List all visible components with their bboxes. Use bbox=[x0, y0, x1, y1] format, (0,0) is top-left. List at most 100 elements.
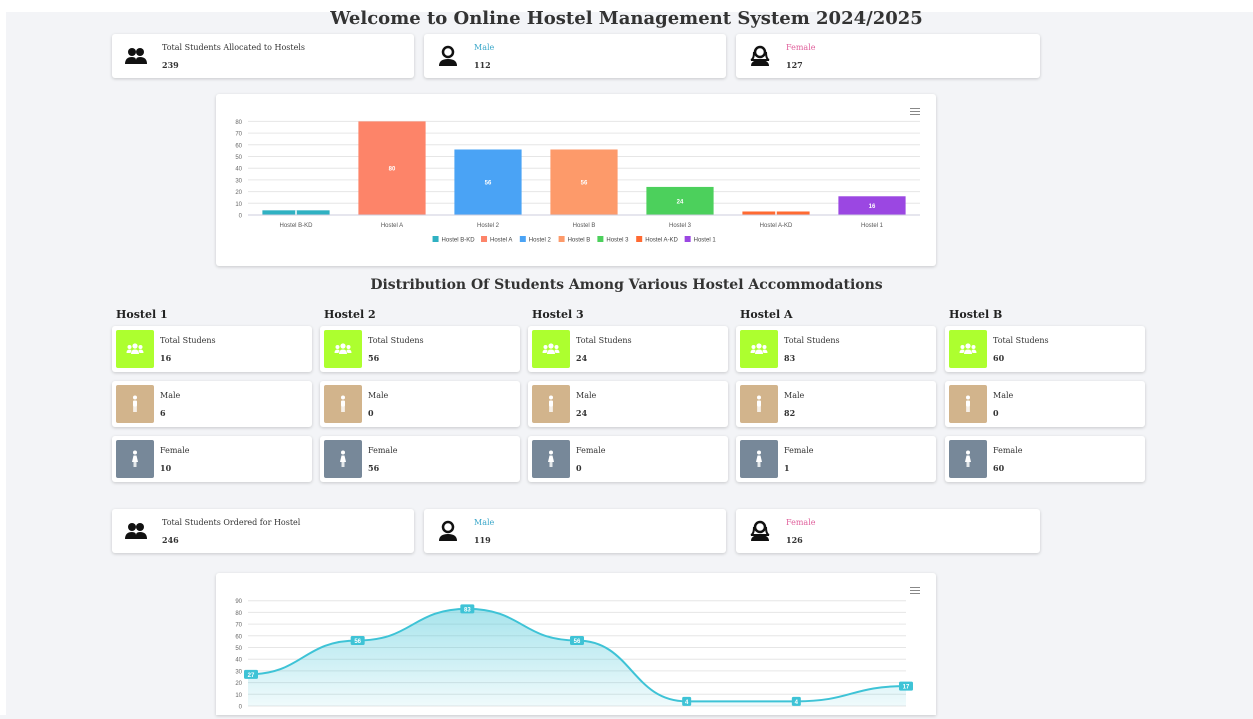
data-label: 80 bbox=[389, 167, 396, 173]
y-tick-label: 10 bbox=[235, 202, 242, 208]
hostel-total-label: Total Studens bbox=[993, 336, 1049, 345]
hostel-male-label: Male bbox=[784, 391, 805, 400]
point-label: 27 bbox=[248, 673, 255, 679]
icon-square bbox=[532, 385, 570, 423]
hostel-male-label: Male bbox=[160, 391, 181, 400]
hostel-male-card: Male 0 bbox=[320, 381, 520, 427]
ordered-total-value: 246 bbox=[162, 535, 179, 545]
allocated-female-card: Female 127 bbox=[736, 34, 1040, 78]
legend-swatch bbox=[481, 236, 488, 242]
hostel-total-card: Total Studens 16 bbox=[112, 326, 312, 372]
ordered-female-value: 126 bbox=[786, 535, 803, 545]
allocated-total-value: 239 bbox=[162, 60, 179, 70]
y-tick-label: 0 bbox=[239, 214, 243, 220]
male-icon bbox=[966, 395, 970, 412]
legend-item: Hostel B bbox=[568, 238, 591, 244]
ordered-male-card: Male 119 bbox=[424, 509, 726, 553]
data-label: 16 bbox=[869, 204, 876, 210]
icon-square bbox=[116, 330, 154, 368]
allocated-male-label: Male bbox=[474, 43, 495, 52]
left-strip bbox=[0, 0, 6, 715]
orders-area-chart: 0102030405060708090275683564 417 bbox=[235, 599, 913, 711]
hostel-female-value: 0 bbox=[576, 463, 582, 473]
hostel-male-label: Male bbox=[368, 391, 389, 400]
legend-item: Hostel 1 bbox=[694, 238, 717, 244]
hostel-total-value: 83 bbox=[784, 353, 796, 363]
hostel-total-value: 60 bbox=[993, 353, 1005, 363]
hostel-total-card: Total Studens 83 bbox=[736, 326, 936, 372]
male-icon bbox=[133, 395, 137, 412]
hostel-female-label: Female bbox=[576, 446, 606, 455]
hostel-total-label: Total Studens bbox=[784, 336, 840, 345]
hostel-male-card: Male 24 bbox=[528, 381, 728, 427]
female-icon bbox=[132, 450, 138, 467]
hostel-male-value: 82 bbox=[784, 408, 796, 418]
hostel-male-value: 24 bbox=[576, 408, 588, 418]
hostel-male-value: 0 bbox=[993, 408, 999, 418]
x-tick-label: Hostel B-KD bbox=[279, 223, 313, 229]
icon-square bbox=[532, 440, 570, 478]
icon-square bbox=[949, 385, 987, 423]
y-tick-label: 30 bbox=[235, 669, 242, 675]
users-icon bbox=[334, 343, 352, 354]
icon-square bbox=[532, 330, 570, 368]
hostel-heading: Hostel 2 bbox=[324, 308, 376, 321]
y-tick-label: 80 bbox=[235, 120, 242, 126]
hostel-male-card: Male 6 bbox=[112, 381, 312, 427]
chart-menu-icon[interactable] bbox=[910, 108, 920, 115]
icon-square bbox=[949, 330, 987, 368]
users-icon bbox=[959, 343, 977, 354]
legend-swatch bbox=[636, 236, 643, 242]
female-user-icon bbox=[750, 520, 770, 541]
female-icon bbox=[548, 450, 554, 467]
legend-item: Hostel A bbox=[490, 238, 512, 244]
icon-square bbox=[324, 440, 362, 478]
allocated-female-label: Female bbox=[786, 43, 816, 52]
hostel-male-value: 6 bbox=[160, 408, 166, 418]
orders-area-chart-card: 0 10 20 30 40 50 60 70 80 90 27 56 83 56 4 4 17 bbox=[216, 573, 936, 715]
legend-swatch bbox=[519, 236, 526, 242]
distribution-title: Distribution Of Students Among Various H… bbox=[370, 277, 883, 293]
point-label: 83 bbox=[464, 607, 471, 613]
icon-square bbox=[740, 330, 778, 368]
y-tick-label: 50 bbox=[235, 646, 242, 652]
y-tick-label: 10 bbox=[235, 693, 242, 699]
x-tick-label: Hostel 3 bbox=[669, 223, 692, 229]
legend-swatch bbox=[432, 236, 439, 242]
users-icon bbox=[542, 343, 560, 354]
hostel-total-card: Total Studens 24 bbox=[528, 326, 728, 372]
hostel-heading: Hostel 1 bbox=[116, 308, 168, 321]
x-tick-label: Hostel 2 bbox=[477, 223, 500, 229]
users-icon bbox=[126, 343, 144, 354]
data-label: 24 bbox=[677, 199, 684, 205]
point-label: 17 bbox=[903, 685, 910, 691]
y-tick-label: 0 bbox=[239, 705, 243, 711]
ordered-male-label: Male bbox=[474, 518, 495, 527]
hostel-total-value: 24 bbox=[576, 353, 588, 363]
chart-menu-icon[interactable] bbox=[910, 587, 920, 594]
hostel-female-value: 10 bbox=[160, 463, 172, 473]
icon-square bbox=[116, 385, 154, 423]
hostel-total-value: 16 bbox=[160, 353, 172, 363]
x-tick-label: Hostel A bbox=[381, 223, 403, 229]
ordered-female-card: Female 126 bbox=[736, 509, 1040, 553]
female-user-icon bbox=[750, 45, 770, 66]
legend-swatch bbox=[558, 236, 565, 242]
hostel-total-label: Total Studens bbox=[576, 336, 632, 345]
hostel-male-label: Male bbox=[576, 391, 597, 400]
y-tick-label: 90 bbox=[235, 599, 242, 605]
allocation-bar-chart: 0 10 20 30 40 50 60 70 80 Hostel B-KD 80 Hostel A 56… bbox=[235, 120, 920, 244]
y-tick-label: 20 bbox=[235, 681, 242, 687]
hostel-heading: Hostel A bbox=[740, 308, 793, 321]
y-tick-label: 60 bbox=[235, 143, 242, 149]
hostel-female-card: Female 1 bbox=[736, 436, 936, 482]
hostel-female-value: 60 bbox=[993, 463, 1005, 473]
male-icon bbox=[757, 395, 761, 412]
legend-item: Hostel B-KD bbox=[442, 238, 476, 244]
x-tick-label: Hostel A-KD bbox=[760, 223, 793, 229]
y-tick-label: 70 bbox=[235, 623, 242, 629]
legend-item: Hostel 2 bbox=[529, 238, 552, 244]
hostel-male-value: 0 bbox=[368, 408, 374, 418]
point-label: 56 bbox=[574, 639, 581, 645]
data-label: 56 bbox=[485, 181, 492, 187]
